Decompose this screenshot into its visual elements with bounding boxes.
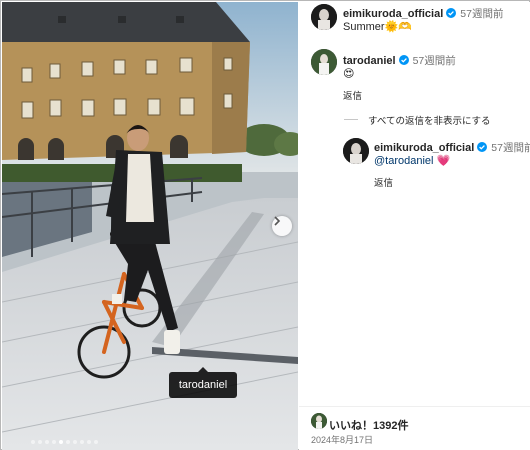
avatar-image (311, 49, 337, 75)
comments-panel: eimikuroda_official 57週間前 Summer🌞🫶 taroda… (299, 2, 530, 450)
verified-badge-icon (477, 142, 488, 152)
comment-text: 😍 (343, 68, 355, 80)
avatar-image (311, 4, 337, 30)
avatar-image (311, 413, 327, 429)
verified-badge-icon (446, 8, 457, 18)
carousel-dot (80, 440, 84, 444)
reply-button[interactable]: 返信 (374, 175, 393, 189)
carousel-dot (94, 440, 98, 444)
mention-link[interactable]: @tarodaniel (374, 155, 433, 167)
likes-count[interactable]: いいね！1392件 (329, 417, 408, 433)
post-photo[interactable]: tarodaniel (2, 2, 298, 450)
footer-divider (299, 406, 530, 407)
commenter-avatar[interactable] (343, 138, 369, 164)
reply-age: 57週間前 (491, 142, 530, 154)
post-viewer: tarodaniel eimikuroda_official 57週間前 Sum… (0, 0, 530, 450)
carousel-dot (66, 440, 70, 444)
chevron-right-icon (274, 216, 281, 226)
reply-username[interactable]: eimikuroda_official 57週間前 (374, 140, 530, 155)
comment-age: 57週間前 (412, 55, 456, 67)
carousel-dots (31, 440, 98, 444)
carousel-dot (73, 440, 77, 444)
reply-emoji: 💗 (436, 155, 451, 167)
hide-replies-button[interactable]: すべての返信を非表示にする (368, 113, 491, 127)
liker-avatar[interactable] (311, 413, 327, 429)
comment-text: Summer🌞🫶 (343, 21, 412, 33)
carousel-dot (45, 440, 49, 444)
comment-age: 57週間前 (460, 8, 504, 20)
carousel-dot-active (59, 440, 63, 444)
carousel-dot (52, 440, 56, 444)
post-date[interactable]: 2024年8月17日 (311, 433, 373, 446)
photo-scene (2, 2, 298, 450)
reply-text: @tarodaniel 💗 (374, 154, 450, 167)
reply-button[interactable]: 返信 (343, 88, 362, 102)
avatar-image (343, 138, 369, 164)
comment-username[interactable]: eimikuroda_official 57週間前 (343, 6, 503, 21)
carousel-dot (87, 440, 91, 444)
verified-badge-icon (398, 55, 409, 65)
replies-divider (344, 119, 358, 120)
user-tag-label[interactable]: tarodaniel (169, 367, 237, 398)
carousel-dot (38, 440, 42, 444)
next-slide-button[interactable] (272, 216, 292, 236)
carousel-dot (31, 440, 35, 444)
comment-username[interactable]: tarodaniel 57週間前 (343, 53, 456, 68)
commenter-avatar[interactable] (311, 4, 337, 30)
commenter-avatar[interactable] (311, 49, 337, 75)
